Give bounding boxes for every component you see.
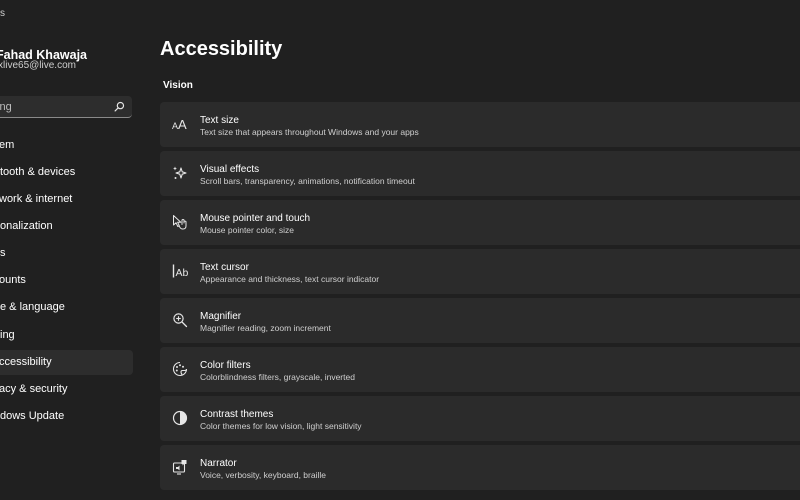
setting-card-title: Visual effects bbox=[200, 164, 260, 175]
setting-card-title: Mouse pointer and touch bbox=[200, 213, 311, 224]
svg-text:Ab: Ab bbox=[176, 267, 189, 279]
window-title: s bbox=[0, 8, 5, 19]
settings-window: s Fahad Khawaja xlive65@live.com em toot… bbox=[0, 0, 800, 500]
sidebar-item-accessibility[interactable]: ccessibility bbox=[0, 350, 133, 375]
search-icon[interactable] bbox=[114, 101, 125, 112]
magnifier-icon bbox=[173, 313, 188, 328]
setting-card-title: Text size bbox=[200, 115, 239, 126]
text-size-icon: A A bbox=[172, 117, 187, 132]
setting-card-description: Mouse pointer color, size bbox=[200, 225, 295, 235]
sidebar-item-time-language[interactable]: e & language bbox=[0, 295, 133, 320]
setting-card-text-size[interactable]: A A Text size Text size that appears thr… bbox=[160, 102, 800, 147]
contrast-icon bbox=[172, 410, 188, 426]
sidebar-item-label: s bbox=[0, 247, 6, 259]
setting-card-description: Magnifier reading, zoom increment bbox=[200, 323, 331, 333]
setting-card-description: Scroll bars, transparency, animations, n… bbox=[200, 176, 415, 186]
setting-card-title: Color filters bbox=[200, 360, 251, 371]
sidebar-item-label: ccessibility bbox=[0, 356, 52, 368]
color-filters-icon bbox=[172, 361, 188, 377]
sparkle-icon bbox=[173, 166, 187, 179]
text-cursor-icon: Ab bbox=[172, 264, 189, 279]
sidebar-item-label: em bbox=[0, 139, 15, 151]
search-box[interactable] bbox=[0, 96, 132, 118]
setting-card-contrast-themes[interactable]: Contrast themes Color themes for low vis… bbox=[160, 396, 800, 441]
setting-card-title: Contrast themes bbox=[200, 409, 274, 420]
setting-card-description: Color themes for low vision, light sensi… bbox=[200, 421, 362, 431]
setting-card-text-cursor[interactable]: Ab Text cursor Appearance and thickness,… bbox=[160, 249, 800, 294]
section-heading: Vision bbox=[163, 80, 193, 91]
sidebar-item-label: ing bbox=[0, 329, 15, 341]
sidebar-item-windows-update[interactable]: dows Update bbox=[0, 404, 133, 429]
sidebar-item-bluetooth-devices[interactable]: tooth & devices bbox=[0, 160, 133, 185]
sidebar-item-label: onalization bbox=[0, 220, 53, 232]
sidebar-item-personalization[interactable]: onalization bbox=[0, 214, 133, 239]
sidebar-item-privacy-security[interactable]: acy & security bbox=[0, 377, 133, 402]
sidebar-item-accounts[interactable]: ounts bbox=[0, 268, 133, 293]
profile-email: xlive65@live.com bbox=[0, 60, 76, 71]
sidebar-item-gaming[interactable]: ing bbox=[0, 323, 133, 348]
sidebar-item-network-internet[interactable]: work & internet bbox=[0, 187, 133, 212]
setting-card-title: Text cursor bbox=[200, 262, 249, 273]
setting-card-visual-effects[interactable]: Visual effects Scroll bars, transparency… bbox=[160, 151, 800, 196]
setting-card-title: Magnifier bbox=[200, 311, 242, 322]
setting-card-narrator[interactable]: Narrator Voice, verbosity, keyboard, bra… bbox=[160, 445, 800, 490]
setting-card-mouse-pointer-touch[interactable]: Mouse pointer and touch Mouse pointer co… bbox=[160, 200, 800, 245]
setting-card-description: Text size that appears throughout Window… bbox=[200, 127, 419, 137]
setting-card-magnifier[interactable]: Magnifier Magnifier reading, zoom increm… bbox=[160, 298, 800, 343]
setting-card-title: Narrator bbox=[200, 458, 237, 469]
setting-card-description: Colorblindness filters, grayscale, inver… bbox=[200, 372, 355, 382]
sidebar-item-apps[interactable]: s bbox=[0, 241, 133, 266]
sidebar-item-label: ounts bbox=[0, 274, 26, 286]
page-title: Accessibility bbox=[160, 38, 283, 60]
setting-card-description: Appearance and thickness, text cursor in… bbox=[200, 274, 380, 284]
search-input[interactable] bbox=[0, 96, 105, 117]
narrator-icon bbox=[172, 460, 187, 475]
mouse-pointer-icon bbox=[173, 215, 187, 230]
sidebar-item-label: tooth & devices bbox=[0, 166, 76, 178]
svg-text:A: A bbox=[178, 117, 187, 132]
sidebar-item-label: acy & security bbox=[0, 383, 68, 395]
sidebar-item-system[interactable]: em bbox=[0, 133, 133, 158]
sidebar-item-label: dows Update bbox=[0, 410, 65, 422]
sidebar-item-label: work & internet bbox=[0, 193, 73, 205]
sidebar-item-label: e & language bbox=[0, 301, 65, 313]
setting-card-description: Voice, verbosity, keyboard, braille bbox=[200, 470, 326, 480]
setting-card-color-filters[interactable]: Color filters Colorblindness filters, gr… bbox=[160, 347, 800, 392]
